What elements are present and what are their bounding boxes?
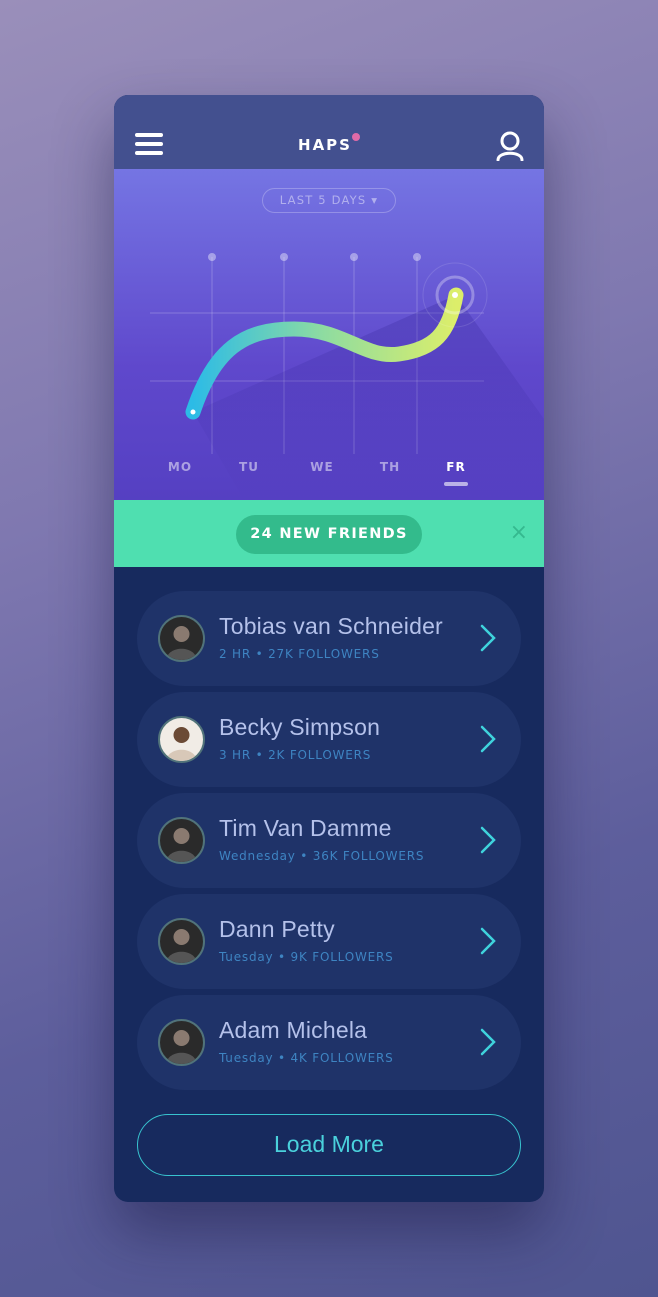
list-item[interactable]: Dann Petty Tuesday • 9K FOLLOWERS — [137, 894, 521, 989]
user-icon[interactable] — [496, 131, 524, 161]
grid-dot — [350, 253, 358, 261]
grid-dot — [280, 253, 288, 261]
day-label[interactable]: TU — [239, 460, 259, 474]
end-point — [452, 292, 458, 298]
header: HAPS — [114, 95, 544, 169]
app-title: HAPS — [114, 133, 544, 154]
friend-meta: Tuesday • 9K FOLLOWERS — [219, 950, 394, 964]
new-friends-banner: 24 NEW FRIENDS × — [114, 500, 544, 567]
friend-name: Dann Petty — [219, 916, 335, 942]
start-point — [190, 409, 196, 415]
app-title-text: HAPS — [298, 136, 352, 154]
chevron-right-icon[interactable] — [480, 927, 496, 955]
list-item[interactable]: Tim Van Damme Wednesday • 36K FOLLOWERS — [137, 793, 521, 888]
friend-meta: 2 HR • 27K FOLLOWERS — [219, 647, 380, 661]
load-more-button[interactable]: Load More — [137, 1114, 521, 1176]
day-label[interactable]: WE — [310, 460, 333, 474]
avatar — [158, 817, 205, 864]
selected-day-indicator — [444, 482, 468, 486]
friend-meta: 3 HR • 2K FOLLOWERS — [219, 748, 372, 762]
friend-meta: Tuesday • 4K FOLLOWERS — [219, 1051, 394, 1065]
grid-dot — [208, 253, 216, 261]
list-item[interactable]: Adam Michela Tuesday • 4K FOLLOWERS — [137, 995, 521, 1090]
avatar — [158, 1019, 205, 1066]
day-label[interactable]: MO — [168, 460, 192, 474]
friend-meta: Wednesday • 36K FOLLOWERS — [219, 849, 425, 863]
notification-dot — [351, 133, 360, 141]
avatar — [158, 716, 205, 763]
avatar — [158, 918, 205, 965]
avatar — [158, 615, 205, 662]
new-friends-button[interactable]: 24 NEW FRIENDS — [236, 515, 422, 554]
chevron-right-icon[interactable] — [480, 1028, 496, 1056]
friend-name: Tim Van Damme — [219, 815, 392, 841]
day-label[interactable]: TH — [380, 460, 400, 474]
list-item[interactable]: Tobias van Schneider 2 HR • 27K FOLLOWER… — [137, 591, 521, 686]
friend-name: Adam Michela — [219, 1017, 368, 1043]
chevron-right-icon[interactable] — [480, 725, 496, 753]
grid-dot — [413, 253, 421, 261]
activity-chart: LAST 5 DAYS ▾ MO TU WE TH FR — [114, 169, 544, 500]
list-item[interactable]: Becky Simpson 3 HR • 2K FOLLOWERS — [137, 692, 521, 787]
friends-list: Tobias van Schneider 2 HR • 27K FOLLOWER… — [114, 567, 544, 1090]
chevron-right-icon[interactable] — [480, 826, 496, 854]
friend-name: Becky Simpson — [219, 714, 381, 740]
day-label-selected[interactable]: FR — [446, 460, 465, 474]
app-screen: HAPS LAST 5 DAYS ▾ MO TU WE TH FR 24 NEW… — [114, 95, 544, 1202]
chart-svg — [150, 253, 544, 500]
chevron-right-icon[interactable] — [480, 624, 496, 652]
close-icon[interactable]: × — [510, 520, 528, 545]
friend-name: Tobias van Schneider — [219, 613, 443, 639]
